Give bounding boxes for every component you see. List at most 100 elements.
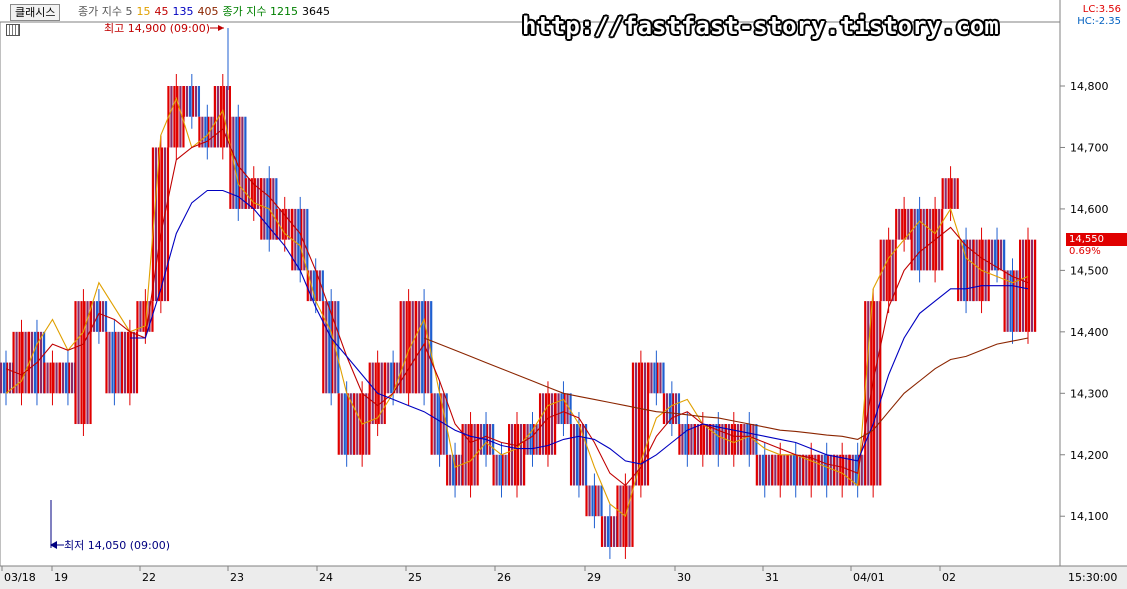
y-tick-label: 14,100	[1070, 510, 1109, 523]
candle-stripe	[758, 454, 761, 486]
candle-stripe	[418, 301, 421, 394]
candle-stripe	[709, 424, 712, 455]
candle	[538, 381, 557, 467]
candle-stripe	[705, 424, 709, 455]
candle-stripe	[446, 454, 449, 486]
candle-stripe	[0, 362, 3, 394]
candle	[693, 412, 712, 467]
candle-stripe	[941, 208, 944, 271]
candle-stripe	[755, 454, 758, 486]
x-tick-label: 31	[765, 571, 779, 584]
candle-stripe	[938, 208, 941, 271]
candle-stripe	[922, 208, 925, 271]
legend-item: 405	[197, 5, 219, 18]
candle-stripe	[947, 178, 950, 209]
candle-stripe	[92, 301, 96, 332]
candle-stripe	[39, 331, 43, 394]
candle-stripe	[761, 454, 764, 486]
candle-stripe	[643, 362, 647, 486]
candle-stripe	[318, 270, 321, 302]
candle-stripe	[572, 424, 576, 486]
grid-toggle-icon[interactable]	[6, 24, 20, 36]
candle-stripe	[1019, 239, 1022, 332]
time-label: 15:30:00	[1068, 571, 1117, 584]
candle-stripe	[101, 301, 105, 332]
candle-stripe	[535, 424, 538, 455]
x-tick-label: 26	[497, 571, 511, 584]
candle-stripe	[24, 331, 27, 394]
candle	[151, 135, 170, 314]
candle-stripe	[390, 362, 393, 394]
candle-stripe	[953, 178, 956, 209]
candle	[910, 196, 928, 283]
candle-stripe	[584, 424, 588, 486]
candle-stripe	[297, 208, 300, 271]
candle-stripe	[108, 331, 111, 394]
lc-stat: LC:3.56	[1082, 4, 1121, 15]
stock-name-button[interactable]: 클래시스	[10, 4, 61, 21]
candle-stripe	[879, 301, 882, 486]
candle-stripe	[1022, 239, 1025, 332]
candle-stripe	[681, 424, 684, 455]
candle	[662, 381, 681, 437]
candle-stripe	[647, 362, 650, 394]
candle-stripe	[1003, 239, 1006, 271]
candle-stripe	[860, 454, 863, 486]
candle	[600, 504, 619, 559]
x-tick-label: 25	[408, 571, 422, 584]
candle-stripe	[458, 454, 461, 486]
candle-stripe	[340, 393, 343, 455]
candle-stripe	[480, 424, 483, 455]
candle-stripe	[194, 86, 198, 117]
candle-stripe	[600, 516, 604, 547]
candle	[446, 442, 464, 498]
candle-stripe	[260, 178, 263, 240]
candle-stripe	[650, 362, 653, 394]
candle-stripe	[1031, 239, 1034, 332]
candle-stripe	[662, 362, 665, 394]
candle-stripe	[817, 454, 820, 486]
current-price-change: 0.69%	[1069, 246, 1101, 257]
candle-stripe	[619, 485, 622, 547]
candle-stripe	[836, 454, 839, 486]
candle-stripe	[33, 331, 37, 394]
candle-stripe	[498, 454, 501, 486]
legend-item: 종가 지수 1215	[222, 5, 298, 18]
candle-stripe	[721, 424, 724, 455]
candle-stripe	[743, 424, 746, 455]
candle-stripe	[263, 178, 266, 240]
candle-stripe	[170, 86, 173, 148]
candle-stripe	[356, 393, 359, 455]
candle-stripe	[520, 424, 523, 486]
candle-stripe	[529, 424, 532, 455]
candle-stripe	[786, 454, 789, 486]
candle-stripe	[891, 239, 894, 302]
candle-stripe	[916, 208, 919, 271]
candle-stripe	[879, 239, 882, 302]
candle-stripe	[538, 393, 542, 455]
candle-stripe	[492, 454, 495, 486]
x-tick-label: 23	[230, 571, 244, 584]
y-tick-label: 14,500	[1070, 264, 1109, 277]
candle-stripe	[575, 424, 579, 486]
candle-stripe	[867, 301, 870, 486]
legend-item: 15	[136, 5, 151, 18]
candle-stripe	[306, 208, 309, 271]
candle-stripe	[802, 454, 805, 486]
candle	[89, 289, 108, 344]
low-annotation: 최저 14,050 (09:00)	[64, 539, 170, 552]
candle-stripe	[612, 516, 616, 547]
candle-stripe	[126, 331, 130, 394]
candle-stripe	[359, 393, 362, 455]
candle-stripe	[343, 393, 346, 455]
candle-stripe	[566, 393, 569, 425]
hc-stat: HC:-2.35	[1077, 16, 1121, 27]
candle-stripe	[489, 424, 492, 455]
y-tick-label: 14,800	[1070, 80, 1109, 93]
candle-stripe	[628, 485, 631, 547]
candle-stripe	[61, 362, 65, 394]
candle-stripe	[659, 362, 662, 394]
candle	[508, 412, 526, 498]
candle-stripe	[1000, 239, 1003, 271]
candle-stripe	[591, 485, 594, 517]
